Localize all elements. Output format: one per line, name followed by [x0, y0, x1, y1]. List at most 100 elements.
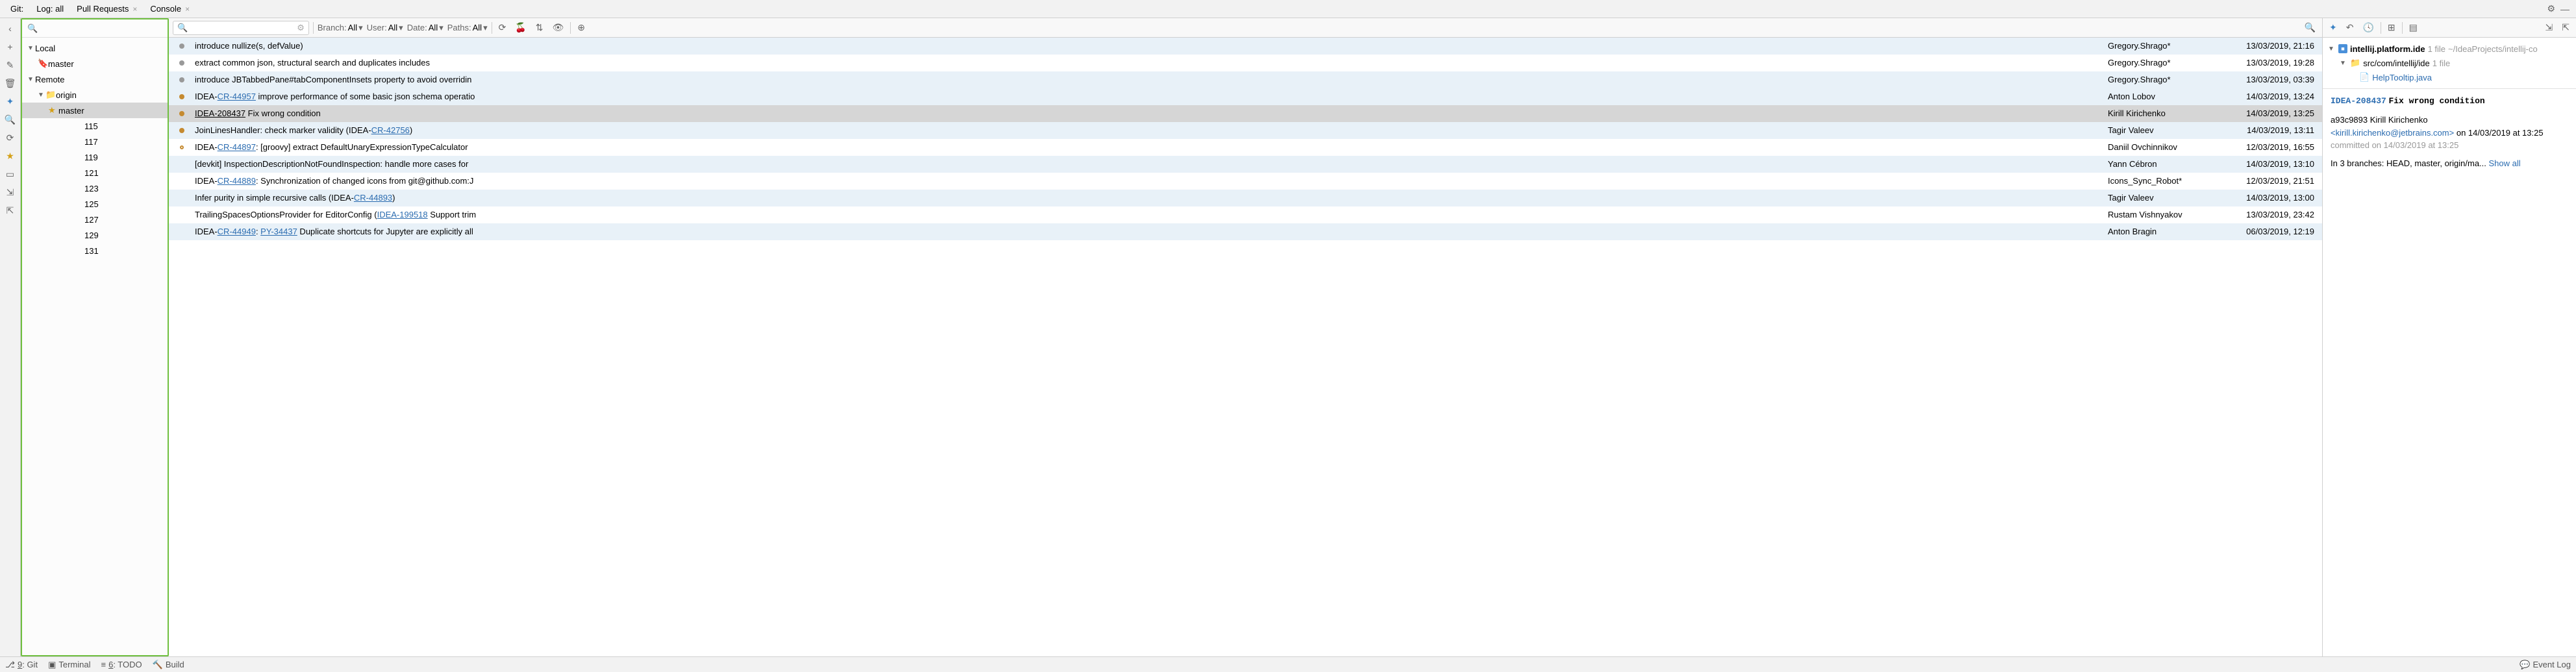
tree-local[interactable]: ▼Local	[22, 40, 168, 56]
collapse-icon[interactable]: ⇱	[2559, 22, 2572, 33]
group-icon[interactable]: ⊞	[2385, 22, 2398, 33]
commit-graph	[169, 94, 195, 99]
commit-row[interactable]: IDEA-CR-44949: PY-34437 Duplicate shortc…	[169, 223, 2322, 240]
tab-console[interactable]: Console×	[144, 4, 196, 14]
search-icon[interactable]: 🔍	[3, 112, 18, 127]
undo-icon[interactable]: ↶	[2344, 22, 2357, 33]
pin-icon[interactable]: ✦	[2327, 22, 2340, 33]
commit-dot-icon	[179, 60, 184, 66]
expand-icon[interactable]: ⇲	[2543, 22, 2556, 33]
commit-author: Anton Lobov	[2108, 92, 2225, 101]
filter-branch[interactable]: Branch: All ▾	[318, 23, 363, 33]
status-event-log[interactable]: 💬 Event Log	[2520, 660, 2571, 670]
commit-row[interactable]: JoinLinesHandler: check marker validity …	[169, 122, 2322, 139]
commit-link[interactable]: PY-34437	[260, 227, 297, 236]
tree-item[interactable]: 125	[22, 196, 168, 212]
tab-log[interactable]: Log: all	[30, 4, 70, 14]
commit-message: Infer purity in simple recursive calls (…	[195, 193, 2108, 203]
history-icon[interactable]: 🕓	[2360, 22, 2376, 33]
filter-date[interactable]: Date: All ▾	[407, 23, 444, 33]
commit-graph	[169, 77, 195, 82]
commits-search-input[interactable]	[190, 23, 294, 32]
file-tree-folder[interactable]: ▼ 📁 src/com/intellij/ide 1 file	[2328, 56, 2571, 70]
diff-icon[interactable]: ▭	[3, 166, 18, 182]
commit-link[interactable]: CR-44957	[218, 92, 256, 101]
commit-row[interactable]: extract common json, structural search a…	[169, 55, 2322, 71]
edit-icon[interactable]: ✎	[3, 57, 18, 73]
status-todo[interactable]: ≡ 6: TODO	[101, 660, 142, 669]
hammer-icon: 🔨	[153, 660, 163, 670]
show-all-link[interactable]: Show all	[2489, 158, 2521, 168]
tree-remote[interactable]: ▼Remote	[22, 71, 168, 87]
commit-author: Anton Bragin	[2108, 227, 2225, 236]
expand-icon[interactable]: ⇲	[3, 184, 18, 200]
search-icon[interactable]: 🔍	[2302, 22, 2318, 33]
commit-author: Kirill Kirichenko	[2370, 115, 2428, 125]
commit-link[interactable]: IDEA-199518	[377, 210, 428, 219]
status-terminal[interactable]: ▣ Terminal	[48, 660, 90, 670]
commit-author: Rustam Vishnyakov	[2108, 210, 2225, 219]
search-options-icon[interactable]: ⚙	[297, 23, 305, 33]
filter-paths[interactable]: Paths: All ▾	[447, 23, 488, 33]
tree-item[interactable]: 131	[22, 243, 168, 258]
new-tab-icon[interactable]: ⊕	[575, 22, 588, 33]
status-bar: ⎇ 9: Git ▣ Terminal ≡ 6: TODO 🔨Build 💬 E…	[0, 656, 2576, 672]
layout-icon[interactable]: ▤	[2407, 22, 2420, 33]
commit-link[interactable]: CR-44893	[354, 193, 392, 203]
commit-row[interactable]: IDEA-CR-44897: [groovy] extract DefaultU…	[169, 139, 2322, 156]
commit-link[interactable]: CR-42756	[371, 125, 410, 135]
eye-icon[interactable]: 👁	[550, 22, 567, 33]
module-icon: ■	[2338, 44, 2347, 53]
commit-row[interactable]: Infer purity in simple recursive calls (…	[169, 190, 2322, 206]
tree-item[interactable]: 129	[22, 227, 168, 243]
chevron-down-icon: ▼	[38, 92, 45, 99]
commit-graph	[169, 44, 195, 49]
status-build[interactable]: 🔨Build	[153, 660, 184, 670]
tree-origin[interactable]: ▼📁origin	[22, 87, 168, 103]
refresh-icon[interactable]: ⟳	[3, 130, 18, 145]
tree-item[interactable]: 127	[22, 212, 168, 227]
commit-link[interactable]: CR-44897	[218, 142, 256, 152]
commit-row[interactable]: [devkit] InspectionDescriptionNotFoundIn…	[169, 156, 2322, 173]
close-icon[interactable]: ×	[132, 5, 137, 14]
close-icon[interactable]: ×	[185, 5, 190, 14]
tree-item[interactable]: 117	[22, 134, 168, 149]
commit-row[interactable]: IDEA-CR-44957 improve performance of som…	[169, 88, 2322, 105]
tree-item[interactable]: 115	[22, 118, 168, 134]
commit-row[interactable]: IDEA-208437 Fix wrong conditionKirill Ki…	[169, 105, 2322, 122]
cherry-pick-icon[interactable]: 🍒	[512, 22, 529, 33]
commit-date: 12/03/2019, 16:55	[2225, 142, 2322, 152]
refresh-icon[interactable]: ⟳	[496, 22, 509, 33]
minimize-icon[interactable]: —	[2558, 4, 2572, 14]
gear-icon[interactable]: ⚙	[2544, 3, 2558, 14]
tree-item[interactable]: 119	[22, 149, 168, 165]
favorite-icon[interactable]: ★	[3, 148, 18, 164]
file-tree-file[interactable]: 📄 HelpTooltip.java	[2328, 70, 2571, 84]
file-tree-root[interactable]: ▼ ■ intellij.platform.ide 1 file ~/IdeaP…	[2328, 42, 2571, 56]
fetch-icon[interactable]: ✦	[3, 93, 18, 109]
tree-origin-master[interactable]: ★master	[22, 103, 168, 118]
add-icon[interactable]: +	[3, 39, 18, 55]
collapse-icon[interactable]: ⇱	[3, 203, 18, 218]
commit-row[interactable]: introduce nullize(s, defValue)Gregory.Sh…	[169, 38, 2322, 55]
tab-pull-requests[interactable]: Pull Requests×	[70, 4, 144, 14]
commit-row[interactable]: IDEA-CR-44889: Synchronization of change…	[169, 173, 2322, 190]
delete-icon[interactable]: 🗑	[3, 75, 18, 91]
status-git[interactable]: ⎇ 9: Git	[5, 660, 38, 670]
tree-item[interactable]: 123	[22, 180, 168, 196]
commit-row[interactable]: introduce JBTabbedPane#tabComponentInset…	[169, 71, 2322, 88]
file-link[interactable]: HelpTooltip.java	[2372, 73, 2432, 82]
commits-search[interactable]: 🔍⚙	[173, 21, 309, 35]
filter-user[interactable]: User: All ▾	[367, 23, 403, 33]
commit-hash: a93c9893	[2331, 115, 2368, 125]
tree-local-master[interactable]: 🔖master	[22, 56, 168, 71]
commit-link[interactable]: CR-44889	[218, 176, 256, 186]
tree-item[interactable]: 121	[22, 165, 168, 180]
commit-row[interactable]: TrailingSpacesOptionsProvider for Editor…	[169, 206, 2322, 223]
commit-link[interactable]: CR-44949	[218, 227, 256, 236]
branches-search[interactable]: 🔍	[22, 19, 168, 38]
commit-message: TrailingSpacesOptionsProvider for Editor…	[195, 210, 2108, 219]
commit-author: Tagir Valeev	[2108, 125, 2225, 135]
sort-icon[interactable]: ⇅	[533, 22, 546, 33]
back-icon[interactable]: ‹	[3, 21, 18, 36]
